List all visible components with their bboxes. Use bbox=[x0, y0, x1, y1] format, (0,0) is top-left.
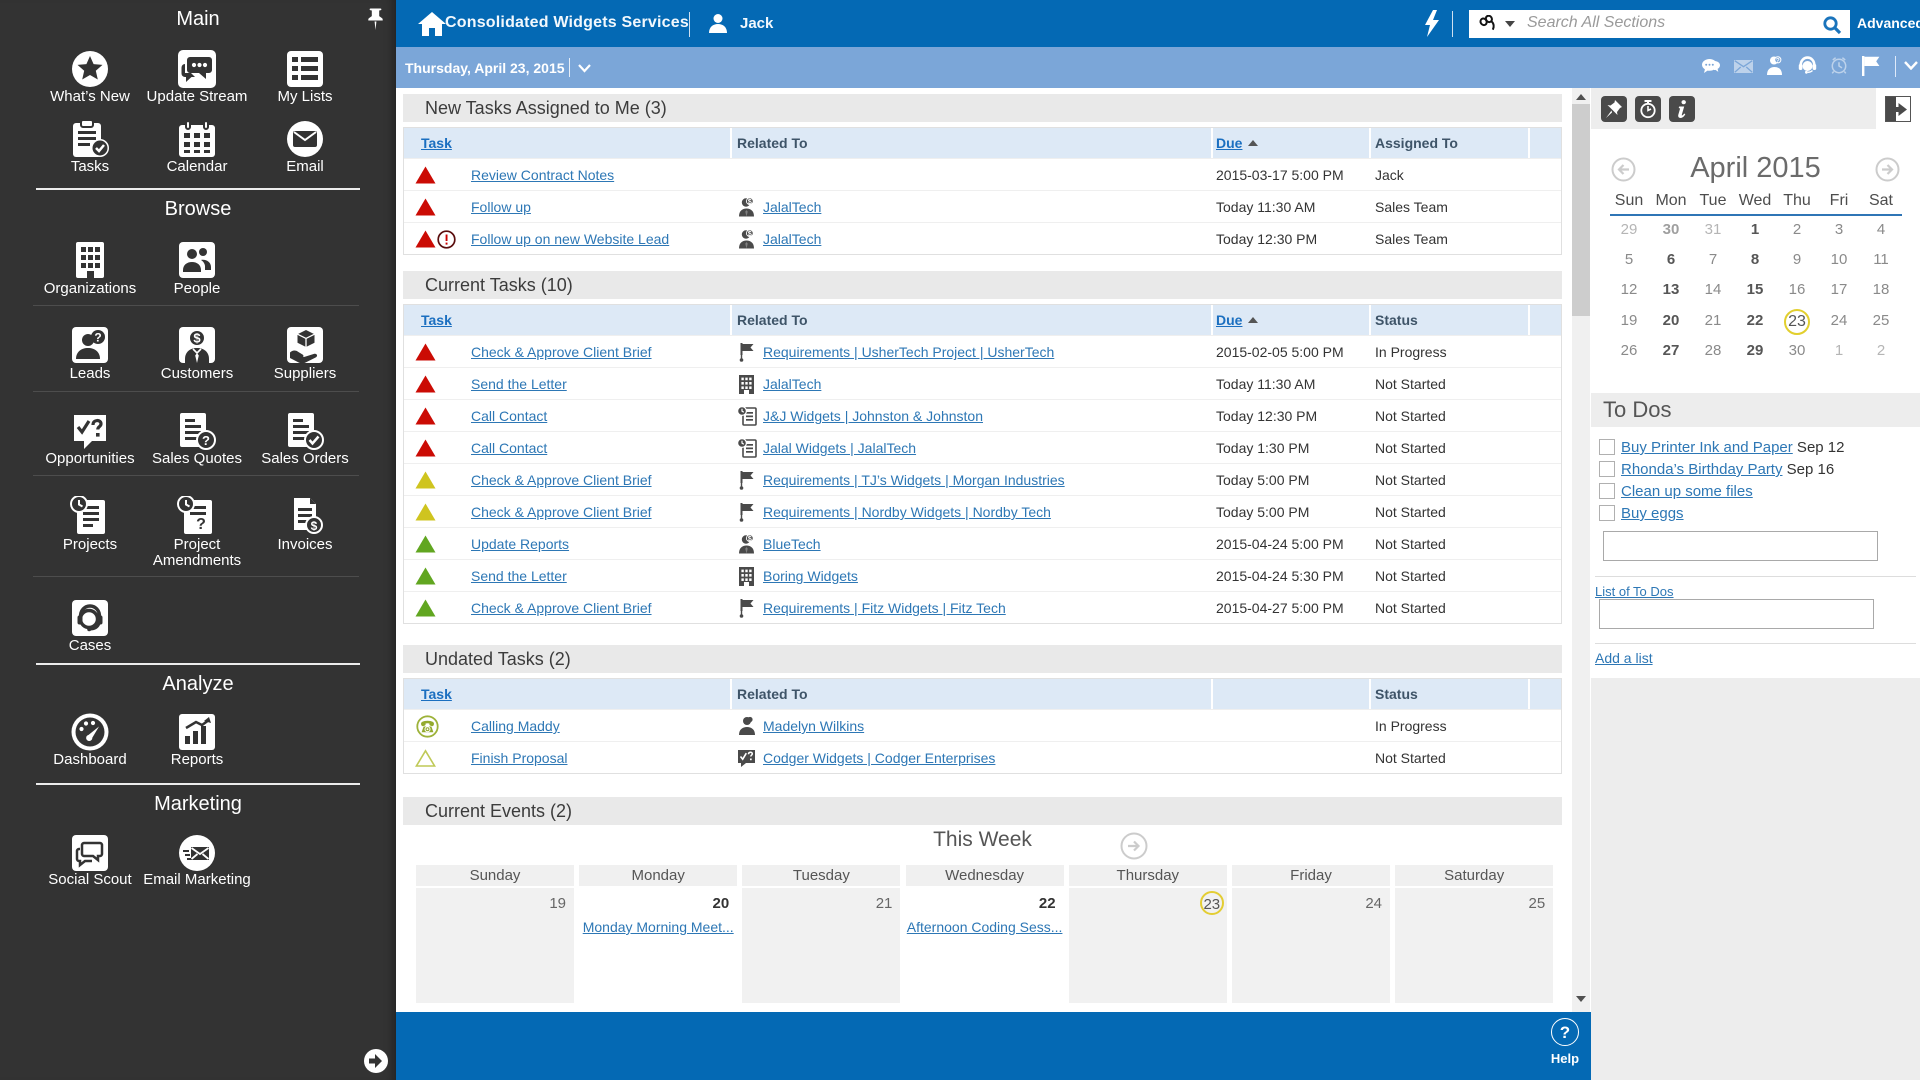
svg-text:?: ? bbox=[202, 433, 210, 448]
svg-text:$: $ bbox=[748, 536, 752, 543]
svg-text:$: $ bbox=[193, 331, 201, 346]
svg-text:$: $ bbox=[748, 231, 752, 238]
svg-text:?: ? bbox=[1776, 57, 1780, 64]
svg-text:$: $ bbox=[748, 199, 752, 206]
svg-text:?: ? bbox=[196, 516, 206, 533]
svg-text:$: $ bbox=[311, 519, 318, 533]
svg-text:?: ? bbox=[94, 331, 101, 345]
